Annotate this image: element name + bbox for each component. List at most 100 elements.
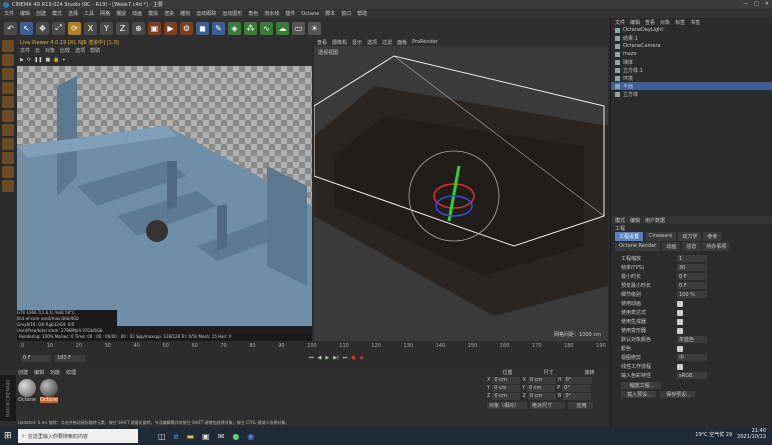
menu-item-7[interactable]: 捕捉 [116, 10, 126, 17]
live-viewer-render[interactable] [17, 66, 312, 326]
pick-icon[interactable]: ⌖ [62, 57, 65, 63]
live-viewer-menu-2[interactable]: 对象 [45, 47, 55, 54]
subtab2-2[interactable]: 信息 [682, 242, 701, 251]
menu-item-12[interactable]: 运动跟踪 [196, 10, 216, 17]
live-viewer-menu-0[interactable]: 文件 [20, 47, 30, 54]
viewport-menu-1[interactable]: 摄像机 [332, 39, 347, 46]
coord-field[interactable]: 0° [562, 384, 591, 392]
subtab-0[interactable]: 工程设置 [615, 232, 644, 241]
start-frame-field[interactable]: 0 F [21, 354, 51, 362]
environment-icon[interactable]: ☁ [276, 21, 289, 35]
light-icon[interactable]: ☀ [308, 21, 321, 35]
coord-mode-select[interactable]: 对象（相对） [487, 402, 527, 409]
lock-workplane-icon[interactable] [2, 152, 14, 164]
object-item[interactable]: 环境 [611, 74, 772, 82]
object-item[interactable]: OctaneCamera [611, 42, 772, 50]
magnet-icon[interactable] [2, 180, 14, 192]
menu-item-17[interactable]: Octane [301, 11, 319, 17]
maximize-icon[interactable]: □ [754, 1, 759, 7]
material-1[interactable]: Octane [18, 379, 36, 403]
menu-item-4[interactable]: 选择 [68, 10, 78, 17]
object-item[interactable]: 结果.1 [611, 34, 772, 42]
menu-item-6[interactable]: 网格 [100, 10, 110, 17]
play-icon[interactable]: ▶ [20, 57, 24, 63]
attribute-value[interactable]: 0 F [677, 273, 707, 280]
attribute-checkbox[interactable] [677, 363, 683, 370]
refresh-icon[interactable]: ⟳ [27, 57, 31, 63]
viewport-menu-4[interactable]: 过滤 [382, 39, 392, 46]
menu-item-5[interactable]: 工具 [84, 10, 94, 17]
material-tab-3[interactable]: 纹理 [66, 369, 76, 376]
object-item[interactable]: maze [611, 50, 772, 58]
attribute-tab-2[interactable]: 用户数据 [645, 217, 665, 224]
attribute-value[interactable]: 中 [677, 354, 707, 361]
subtab-1[interactable]: Cineware [645, 232, 677, 241]
viewport-menu-0[interactable]: 查看 [317, 39, 327, 46]
sculpt-icon[interactable] [2, 166, 14, 178]
menu-item-18[interactable]: 脚本 [325, 10, 335, 17]
object-item[interactable]: 球体 [611, 58, 772, 66]
attribute-value[interactable]: 30 [677, 264, 707, 271]
attribute-value[interactable]: 0 F [677, 282, 707, 289]
material-tab-1[interactable]: 编辑 [34, 369, 44, 376]
play-forward-icon[interactable]: ▶ [325, 355, 329, 361]
viewport-menu-6[interactable]: ProRender [412, 39, 438, 45]
menu-item-1[interactable]: 编辑 [20, 10, 30, 17]
object-tab-0[interactable]: 文件 [615, 19, 625, 26]
attribute-value[interactable]: sRGB [677, 372, 707, 379]
camera-icon[interactable]: ▭ [292, 21, 305, 35]
rotate-icon[interactable]: ⟳ [68, 21, 81, 35]
subtab-3[interactable]: 参考 [703, 232, 722, 241]
lock-icon[interactable]: 🔒 [53, 57, 59, 63]
menu-item-19[interactable]: 窗口 [341, 10, 351, 17]
pause-icon[interactable]: ❚❚ [34, 57, 42, 63]
attribute-value[interactable]: 100 % [677, 291, 707, 298]
menu-item-3[interactable]: 模式 [52, 10, 62, 17]
undo-icon[interactable]: ↶ [4, 21, 17, 35]
load-preset-button[interactable]: 载入预设... [621, 391, 656, 398]
live-viewer-menu-3[interactable]: 比较 [60, 47, 70, 54]
minimize-icon[interactable]: — [743, 1, 748, 7]
next-frame-icon[interactable]: ▶| [333, 355, 339, 361]
prev-frame-icon[interactable]: ◀ [318, 355, 322, 361]
menu-item-20[interactable]: 帮助 [357, 10, 367, 17]
subtab2-3[interactable]: 待办事项 [702, 242, 731, 251]
live-viewer-menu-4[interactable]: 选项 [75, 47, 85, 54]
attribute-tab-0[interactable]: 模式 [615, 217, 625, 224]
cube-icon[interactable]: ◼ [196, 21, 209, 35]
attribute-checkbox[interactable] [677, 318, 683, 325]
menu-item-8[interactable]: 动画 [132, 10, 142, 17]
cloner-icon[interactable]: ⁂ [244, 21, 257, 35]
coord-field[interactable]: 0 cm [527, 376, 556, 384]
object-tab-2[interactable]: 查看 [645, 19, 655, 26]
cinema4d-taskbar-icon[interactable]: ◉ [247, 432, 254, 441]
pen-icon[interactable]: ✎ [212, 21, 225, 35]
windows-start-icon[interactable]: ⊞ [4, 431, 12, 441]
menu-item-0[interactable]: 文件 [4, 10, 14, 17]
z-axis-icon[interactable]: Z [116, 21, 129, 35]
menu-item-13[interactable]: 运动图形 [222, 10, 242, 17]
select-icon[interactable]: ↖ [20, 21, 33, 35]
viewport-menu-3[interactable]: 选项 [367, 39, 377, 46]
explorer-icon[interactable]: ▬ [186, 432, 194, 441]
deformer-icon[interactable]: ∿ [260, 21, 273, 35]
live-viewer-menu-1[interactable]: 云 [35, 47, 40, 54]
task-view-icon[interactable]: ◫ [158, 432, 166, 441]
close-icon[interactable]: ✕ [765, 1, 769, 7]
mail-icon[interactable]: ✉ [218, 432, 225, 441]
end-frame-field[interactable]: 180 F [55, 354, 85, 362]
coord-system-icon[interactable]: ⊕ [132, 21, 145, 35]
live-viewer-menu-5[interactable]: 帮助 [90, 47, 100, 54]
attribute-checkbox[interactable] [677, 309, 683, 316]
attribute-checkbox[interactable] [677, 327, 683, 334]
y-axis-icon[interactable]: Y [100, 21, 113, 35]
object-item[interactable]: 立方体 [611, 90, 772, 98]
object-item[interactable]: OctaneDayLight [611, 26, 772, 34]
material-tab-0[interactable]: 创建 [18, 369, 28, 376]
material-tab-2[interactable]: 功能 [50, 369, 60, 376]
menu-item-14[interactable]: 角色 [248, 10, 258, 17]
last-frame-icon[interactable]: ⏭ [343, 355, 348, 361]
render-view-icon[interactable]: ▣ [148, 21, 161, 35]
object-tab-1[interactable]: 编辑 [630, 19, 640, 26]
render-icon[interactable]: ▶ [164, 21, 177, 35]
